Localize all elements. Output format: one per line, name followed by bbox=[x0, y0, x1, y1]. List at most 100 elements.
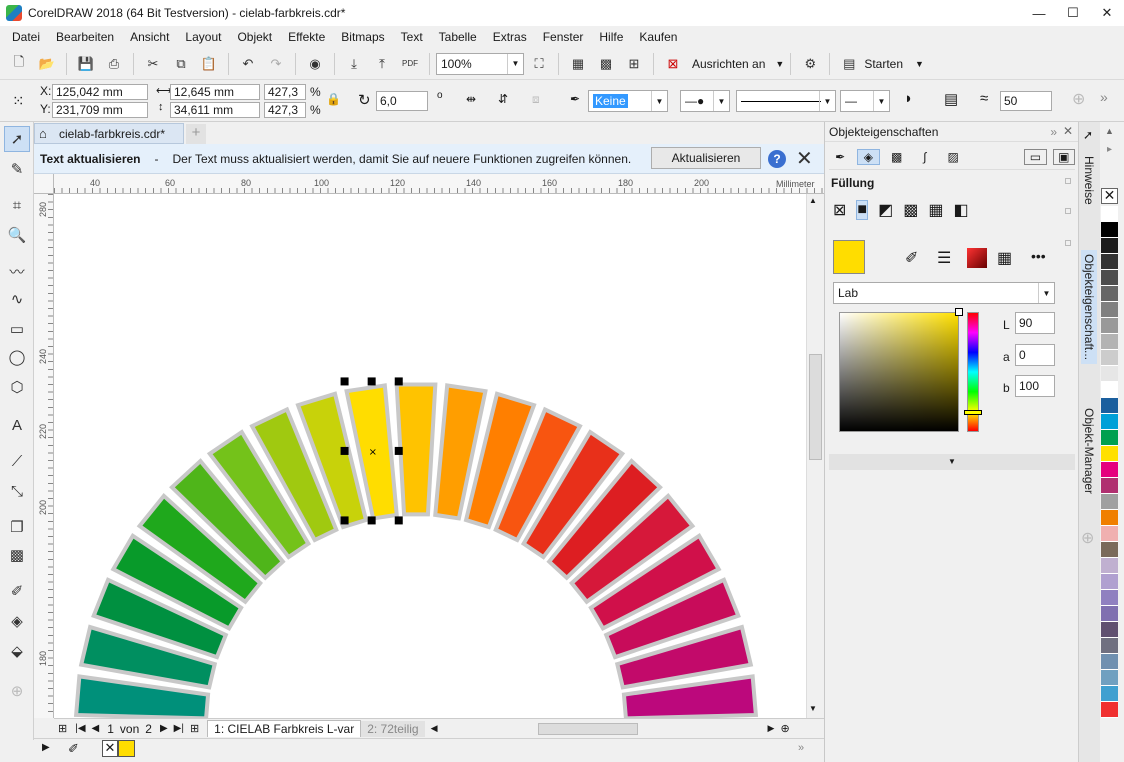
palette-swatch[interactable] bbox=[1101, 462, 1118, 478]
fill-type-select[interactable]: Keine ▼ bbox=[588, 90, 668, 112]
zoom-tool-icon[interactable]: 🔍 bbox=[4, 222, 30, 248]
home-icon[interactable]: ⌂ bbox=[39, 126, 47, 141]
width-field[interactable]: 12,645 mm bbox=[170, 84, 260, 100]
pattern-fill-icon[interactable]: ▩ bbox=[903, 200, 918, 220]
palette-swatch[interactable] bbox=[1101, 574, 1118, 590]
polygon-tool-icon[interactable]: ⬡ bbox=[4, 374, 30, 400]
export-icon[interactable]: ⤒ bbox=[369, 51, 395, 77]
zoom-level-select[interactable]: 100% ▼ bbox=[436, 52, 524, 75]
palette-swatch[interactable] bbox=[1101, 334, 1118, 350]
cut-icon[interactable]: ✂ bbox=[140, 51, 166, 77]
maximize-button[interactable]: ☐ bbox=[1056, 0, 1090, 26]
palette-swatch[interactable] bbox=[1101, 206, 1118, 222]
scrollbar-thumb[interactable] bbox=[809, 354, 822, 460]
palette-swatch[interactable] bbox=[1101, 686, 1118, 702]
transparency-tab-icon[interactable]: ▩ bbox=[886, 150, 908, 164]
close-button[interactable]: ✕ bbox=[1090, 0, 1124, 26]
text-wrap-icon[interactable]: ▤ bbox=[944, 90, 958, 108]
palette-swatch[interactable] bbox=[1101, 238, 1118, 254]
tab-object-properties[interactable]: Objekteigenschaft... bbox=[1081, 250, 1097, 365]
corel-connect-icon[interactable]: ◉ bbox=[302, 51, 328, 77]
menu-fenster[interactable]: Fenster bbox=[535, 30, 592, 44]
ellipse-tool-icon[interactable]: ◯ bbox=[4, 344, 30, 370]
hue-slider-handle[interactable] bbox=[964, 410, 982, 415]
next-page-icon[interactable]: ▶ bbox=[160, 723, 168, 734]
show-rulers-icon[interactable]: ▦ bbox=[565, 51, 591, 77]
color-palette-icon[interactable]: ▦ bbox=[997, 248, 1012, 268]
palette-swatch[interactable] bbox=[1101, 430, 1118, 446]
drawing-canvas[interactable]: × bbox=[54, 194, 806, 718]
selection-handle[interactable] bbox=[340, 377, 349, 386]
scroll-left-icon[interactable]: ◀ bbox=[431, 723, 438, 734]
selection-handle[interactable] bbox=[394, 446, 403, 455]
palette-menu-icon[interactable]: ▸ bbox=[1107, 144, 1112, 155]
palette-swatch[interactable] bbox=[1101, 494, 1118, 510]
menu-layout[interactable]: Layout bbox=[177, 30, 229, 44]
play-icon[interactable]: ▶ bbox=[42, 742, 50, 753]
eyedropper-tool-icon[interactable]: ✐ bbox=[4, 578, 30, 604]
palette-swatch[interactable] bbox=[1101, 350, 1118, 366]
open-folder-icon[interactable]: 📂 bbox=[34, 51, 60, 77]
menu-tabelle[interactable]: Tabelle bbox=[431, 30, 485, 44]
postscript-fill-icon[interactable]: ◧ bbox=[953, 200, 968, 220]
summary-icon[interactable]: ▣ bbox=[1052, 148, 1075, 165]
palette-swatch[interactable] bbox=[1101, 510, 1118, 526]
height-field[interactable]: 34,611 mm bbox=[170, 102, 260, 118]
menu-extras[interactable]: Extras bbox=[485, 30, 535, 44]
palette-swatch[interactable] bbox=[1101, 654, 1118, 670]
horizontal-ruler[interactable]: 40 60 80 100 120 140 160 180 200 Millime… bbox=[54, 174, 824, 194]
connector-tool-icon[interactable]: ⤡ bbox=[4, 478, 30, 504]
palette-swatch[interactable] bbox=[1101, 254, 1118, 270]
smoothing-value-field[interactable]: 50 bbox=[1000, 91, 1052, 111]
artistic-media-icon[interactable]: ∿ bbox=[4, 286, 30, 312]
eyedropper-icon[interactable]: ✐ bbox=[905, 248, 918, 268]
selection-handle[interactable] bbox=[340, 446, 349, 455]
start-launcher-dropdown[interactable]: Starten bbox=[864, 57, 903, 71]
x-position-field[interactable]: 125,042 mm bbox=[52, 84, 148, 100]
pen-outline-icon[interactable]: ✒ bbox=[570, 92, 580, 106]
add-docker-icon[interactable]: ⊕ bbox=[1081, 528, 1094, 548]
fill-tab-icon[interactable]: ◈ bbox=[857, 148, 880, 165]
pin-icon[interactable] bbox=[1065, 178, 1071, 184]
palette-swatch[interactable] bbox=[1101, 638, 1118, 654]
add-page-icon[interactable]: ⊞ bbox=[58, 722, 67, 735]
text-tool-icon[interactable]: A bbox=[4, 412, 30, 438]
shape-tool-icon[interactable]: ✎ bbox=[4, 156, 30, 182]
mirror-horizontal-icon[interactable]: ⇹ bbox=[466, 92, 476, 106]
palette-swatch[interactable] bbox=[1101, 590, 1118, 606]
pin-icon[interactable] bbox=[1065, 240, 1071, 246]
palette-swatch[interactable] bbox=[1101, 222, 1118, 238]
color-picker-handle[interactable] bbox=[955, 308, 963, 316]
pick-tool-icon[interactable]: ➚ bbox=[4, 126, 30, 152]
selection-handle[interactable] bbox=[340, 516, 349, 525]
palette-swatch[interactable] bbox=[1101, 302, 1118, 318]
scale-height-field[interactable]: 427,3 bbox=[264, 102, 306, 118]
tab-hints[interactable]: Hinweise bbox=[1081, 152, 1097, 209]
launcher-icon[interactable]: ▤ bbox=[836, 51, 862, 77]
align-to-dropdown[interactable]: Ausrichten an bbox=[692, 57, 765, 71]
save-icon[interactable]: 💾 bbox=[73, 51, 99, 77]
color-sliders-icon[interactable]: ☰ bbox=[937, 248, 951, 268]
palette-swatch[interactable] bbox=[1101, 526, 1118, 542]
current-fill-swatch[interactable] bbox=[118, 740, 135, 757]
last-page-icon[interactable]: ▶| bbox=[174, 723, 184, 734]
paste-icon[interactable]: 📋 bbox=[196, 51, 222, 77]
horizontal-scrollbar-thumb[interactable] bbox=[537, 722, 638, 735]
menu-hilfe[interactable]: Hilfe bbox=[591, 30, 631, 44]
mirror-vertical-icon[interactable]: ⇵ bbox=[498, 92, 508, 106]
update-button[interactable]: Aktualisieren bbox=[651, 147, 761, 169]
palette-swatch[interactable] bbox=[1101, 366, 1118, 382]
rectangle-tool-icon[interactable]: ▭ bbox=[4, 316, 30, 342]
outline-tab-icon[interactable]: ✒ bbox=[829, 150, 851, 164]
scale-width-field[interactable]: 427,3 bbox=[264, 84, 306, 100]
show-grid-icon[interactable]: ▩ bbox=[593, 51, 619, 77]
export-pdf-icon[interactable]: PDF bbox=[397, 51, 423, 77]
snap-off-icon[interactable]: ⊠ bbox=[660, 51, 686, 77]
copy-icon[interactable]: ⧉ bbox=[168, 51, 194, 77]
palette-scroll-up-icon[interactable]: ▲ bbox=[1105, 126, 1114, 136]
eyedropper-icon[interactable]: ✐ bbox=[68, 741, 79, 757]
show-guidelines-icon[interactable]: ⊞ bbox=[621, 51, 647, 77]
lab-a-field[interactable]: 0 bbox=[1015, 344, 1055, 366]
page-tab-1[interactable]: 1: CIELAB Farbkreis L-var bbox=[207, 720, 362, 737]
transparency-tool-icon[interactable]: ▩ bbox=[4, 542, 30, 568]
